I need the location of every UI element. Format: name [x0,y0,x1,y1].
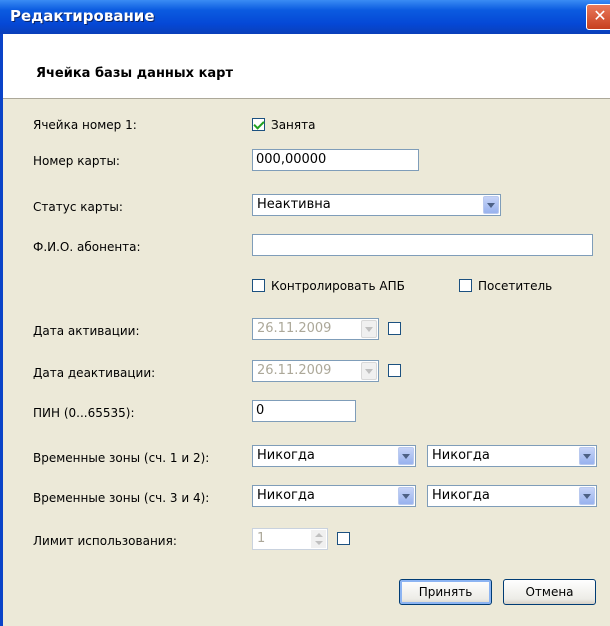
dialog-window: Редактирование ✕ Ячейка базы данных карт… [0,0,610,626]
spin-up-icon[interactable] [315,533,323,537]
close-button[interactable]: ✕ [586,4,610,30]
card-status-select[interactable]: Неактивна [252,194,501,216]
pin-input[interactable]: 0 [252,400,356,422]
usage-limit-checkbox[interactable] [337,532,350,545]
visitor-label: Посетитель [478,279,553,293]
activation-date-picker[interactable]: 26.11.2009 [252,318,379,340]
card-status-value: Неактивна [257,197,331,212]
cancel-button[interactable]: Отмена [503,579,596,605]
spin-down-icon[interactable] [315,541,323,545]
close-icon: ✕ [593,6,607,25]
cell-number-label: Ячейка номер 1: [33,118,137,132]
subscriber-name-input[interactable] [252,234,593,256]
time-zones-34-label: Временные зоны (сч. 3 и 4): [33,491,210,505]
chevron-down-icon[interactable] [579,487,595,505]
chevron-down-icon[interactable] [361,320,377,338]
chevron-down-icon[interactable] [398,447,414,465]
chevron-down-icon[interactable] [483,196,499,214]
spinner-buttons[interactable] [311,530,326,548]
deactivation-date-picker[interactable]: 26.11.2009 [252,360,379,382]
chevron-down-icon[interactable] [579,447,595,465]
time-zones-12-label: Временные зоны (сч. 1 и 2): [33,451,210,465]
time-zone-4-select[interactable]: Никогда [427,485,597,507]
card-number-label: Номер карты: [33,154,120,168]
activation-date-value: 26.11.2009 [257,321,332,336]
usage-limit-value: 1 [257,531,266,546]
activation-date-label: Дата активации: [33,324,140,338]
pin-label: ПИН (0...65535): [33,406,135,420]
card-number-input[interactable]: 000,00000 [252,149,419,171]
check-icon [253,118,265,130]
card-status-label: Статус карты: [33,200,123,214]
time-zone-2-select[interactable]: Никогда [427,445,597,467]
page-title: Ячейка базы данных карт [36,66,234,81]
deactivation-date-label: Дата деактивации: [33,366,156,380]
time-zone-2-value: Никогда [432,448,490,463]
control-apb-checkbox[interactable] [252,279,265,292]
usage-limit-spinner[interactable]: 1 [252,528,328,550]
time-zone-1-value: Никогда [257,448,315,463]
visitor-checkbox[interactable] [459,279,472,292]
chevron-down-icon[interactable] [361,362,377,380]
subscriber-name-label: Ф.И.О. абонента: [33,240,141,254]
title-bar[interactable]: Редактирование ✕ [0,0,610,34]
window-title: Редактирование [10,7,155,25]
dialog-body: Ячейка базы данных карт Ячейка номер 1: … [3,34,610,626]
time-zone-1-select[interactable]: Никогда [252,445,416,467]
control-apb-label: Контролировать АПБ [271,279,405,293]
activation-date-checkbox[interactable] [388,322,401,335]
deactivation-date-value: 26.11.2009 [257,363,332,378]
dialog-header: Ячейка базы данных карт [3,34,610,99]
occupied-checkbox[interactable] [252,118,265,131]
chevron-down-icon[interactable] [398,487,414,505]
time-zone-3-value: Никогда [257,488,315,503]
accept-button[interactable]: Принять [399,579,492,605]
deactivation-date-checkbox[interactable] [388,364,401,377]
occupied-label: Занята [271,118,316,132]
usage-limit-label: Лимит использования: [33,534,177,548]
time-zone-3-select[interactable]: Никогда [252,485,416,507]
time-zone-4-value: Никогда [432,488,490,503]
